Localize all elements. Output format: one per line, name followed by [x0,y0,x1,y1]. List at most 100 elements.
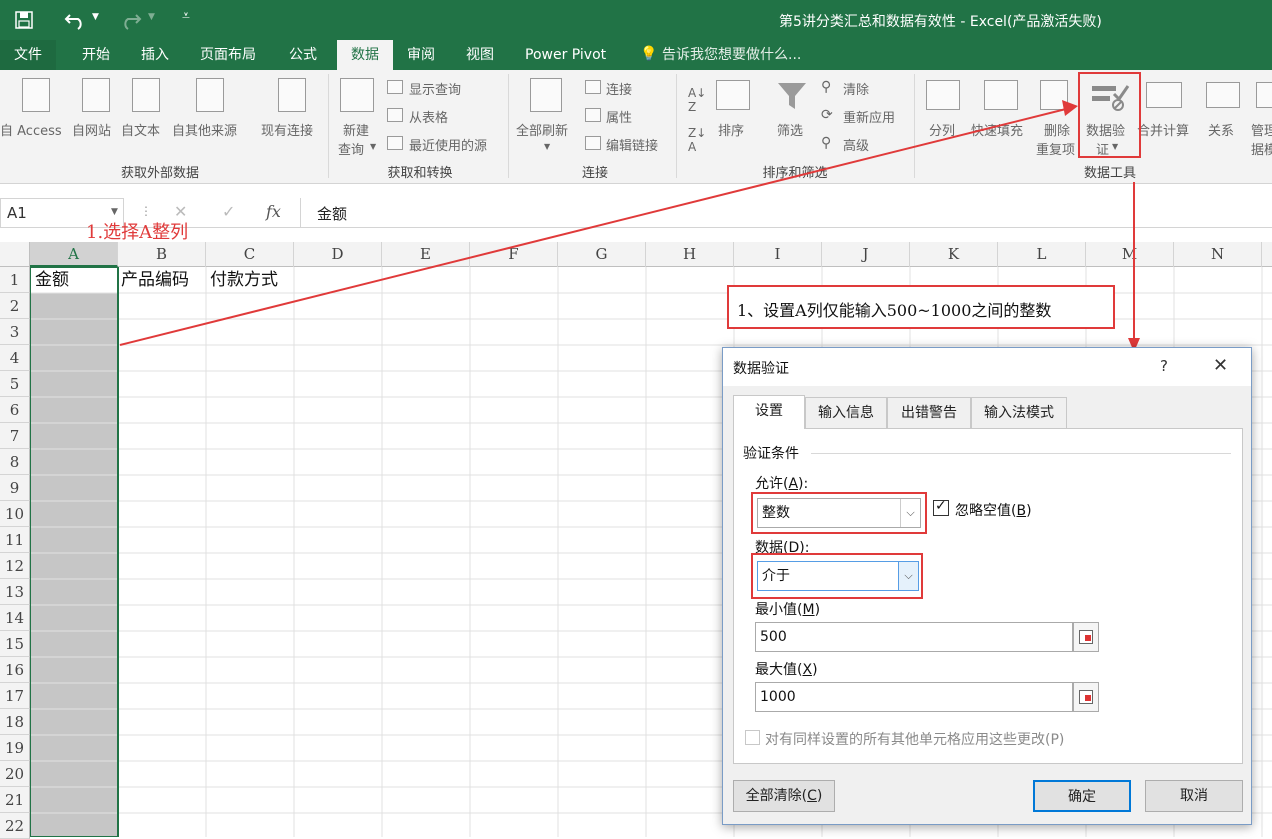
tab-ime-mode[interactable]: 输入法模式 [971,397,1067,429]
tab-view[interactable]: 视图 [466,40,494,70]
row-header-11[interactable]: 11 [0,527,30,553]
cell-b1[interactable]: 产品编码 [121,267,189,293]
redo-icon[interactable] [118,9,144,31]
reapply-button[interactable]: 重新应用 [843,107,895,126]
row-header-12[interactable]: 12 [0,553,30,579]
show-query-button[interactable]: 显示查询 [409,79,461,98]
tab-formulas[interactable]: 公式 [289,40,317,70]
from-access-button[interactable]: 自 Access [0,120,62,139]
clear-all-button[interactable]: 全部清除(C) [733,780,835,812]
row-header-1[interactable]: 1 [0,267,30,293]
row-header-5[interactable]: 5 [0,371,30,397]
range-picker-icon[interactable] [1073,622,1099,652]
column-header-n[interactable]: N [1174,242,1262,267]
row-header-19[interactable]: 19 [0,735,30,761]
recent-sources-button[interactable]: 最近使用的源 [409,135,487,154]
from-web-button[interactable]: 自网站 [72,120,111,139]
relationships-button[interactable]: 关系 [1208,120,1234,139]
column-header-h[interactable]: H [646,242,734,267]
row-header-17[interactable]: 17 [0,683,30,709]
cell-a1[interactable]: 金额 [35,267,69,293]
tab-file[interactable]: 文件 [0,40,56,70]
tab-data[interactable]: 数据 [337,40,393,70]
consolidate-button[interactable]: 合并计算 [1137,120,1189,139]
tab-error-alert[interactable]: 出错警告 [887,397,971,429]
tab-settings[interactable]: 设置 [733,395,805,429]
row-header-8[interactable]: 8 [0,449,30,475]
ignore-blank-checkbox[interactable]: ✓ [933,498,949,516]
filter-button[interactable]: 筛选 [777,120,803,139]
column-header-d[interactable]: D [294,242,382,267]
manage-data-model-button-line2[interactable]: 据模 [1251,139,1272,158]
select-all-corner[interactable] [0,242,30,267]
max-input[interactable]: 1000 [755,682,1073,712]
column-header-c[interactable]: C [206,242,294,267]
tab-insert[interactable]: 插入 [141,40,169,70]
row-header-14[interactable]: 14 [0,605,30,631]
insert-function-icon[interactable]: fx [266,202,281,221]
column-header-m[interactable]: M [1086,242,1174,267]
row-header-10[interactable]: 10 [0,501,30,527]
row-header-21[interactable]: 21 [0,787,30,813]
properties-button[interactable]: 属性 [606,107,632,126]
row-header-9[interactable]: 9 [0,475,30,501]
range-picker-icon[interactable] [1073,682,1099,712]
sort-ascending-icon[interactable]: A↓ Z [688,86,706,114]
advanced-button[interactable]: 高级 [843,135,869,154]
row-header-20[interactable]: 20 [0,761,30,787]
tell-me-search[interactable]: 告诉我您想要做什么... [662,40,801,70]
tab-input-message[interactable]: 输入信息 [805,397,887,429]
sort-descending-icon[interactable]: Z↓ A [688,126,706,154]
existing-connections-button[interactable]: 现有连接 [261,120,313,139]
save-icon[interactable] [14,10,34,30]
redo-dropdown-icon[interactable]: ▼ [148,12,155,22]
text-to-columns-button[interactable]: 分列 [929,120,955,139]
row-header-13[interactable]: 13 [0,579,30,605]
ok-button[interactable]: 确定 [1033,780,1131,812]
tab-page-layout[interactable]: 页面布局 [200,40,256,70]
row-header-15[interactable]: 15 [0,631,30,657]
column-header-f[interactable]: F [470,242,558,267]
help-icon[interactable]: ? [1160,357,1168,375]
row-header-18[interactable]: 18 [0,709,30,735]
row-header-22[interactable]: 22 [0,813,30,839]
customize-qat-icon[interactable]: ⩡ [182,8,190,24]
column-header-l[interactable]: L [998,242,1086,267]
remove-duplicates-button-line1[interactable]: 删除 [1044,120,1070,139]
column-header-g[interactable]: G [558,242,646,267]
column-header-a[interactable]: A [30,242,118,267]
tab-home[interactable]: 开始 [82,40,110,70]
column-header-k[interactable]: K [910,242,998,267]
undo-icon[interactable] [64,9,90,31]
apply-all-checkbox[interactable] [745,730,760,745]
remove-duplicates-button-line2[interactable]: 重复项 [1036,139,1075,158]
sort-button[interactable]: 排序 [718,120,744,139]
tab-review[interactable]: 审阅 [407,40,435,70]
row-header-3[interactable]: 3 [0,319,30,345]
refresh-all-button[interactable]: 全部刷新 [516,120,568,139]
column-header-i[interactable]: I [734,242,822,267]
row-header-4[interactable]: 4 [0,345,30,371]
row-header-7[interactable]: 7 [0,423,30,449]
new-query-button-line1[interactable]: 新建 [343,120,369,139]
edit-links-button[interactable]: 编辑链接 [606,135,658,154]
column-header-b[interactable]: B [118,242,206,267]
column-header-e[interactable]: E [382,242,470,267]
undo-dropdown-icon[interactable]: ▼ [92,12,99,22]
row-header-16[interactable]: 16 [0,657,30,683]
cell-c1[interactable]: 付款方式 [210,267,278,293]
flash-fill-button[interactable]: 快速填充 [971,120,1023,139]
row-header-6[interactable]: 6 [0,397,30,423]
from-other-sources-button[interactable]: 自其他来源 [172,120,237,139]
column-header-j[interactable]: J [822,242,910,267]
close-icon[interactable]: ✕ [1213,355,1228,376]
cancel-button[interactable]: 取消 [1145,780,1243,812]
min-input[interactable]: 500 [755,622,1073,652]
new-query-button-line2[interactable]: 查询 [338,139,364,158]
enter-icon[interactable]: ✓ [222,202,235,221]
formula-input[interactable]: 金额 [300,198,1272,228]
chevron-down-icon[interactable]: ▼ [111,207,118,217]
row-header-2[interactable]: 2 [0,293,30,319]
connections-button[interactable]: 连接 [606,79,632,98]
from-table-button[interactable]: 从表格 [409,107,448,126]
